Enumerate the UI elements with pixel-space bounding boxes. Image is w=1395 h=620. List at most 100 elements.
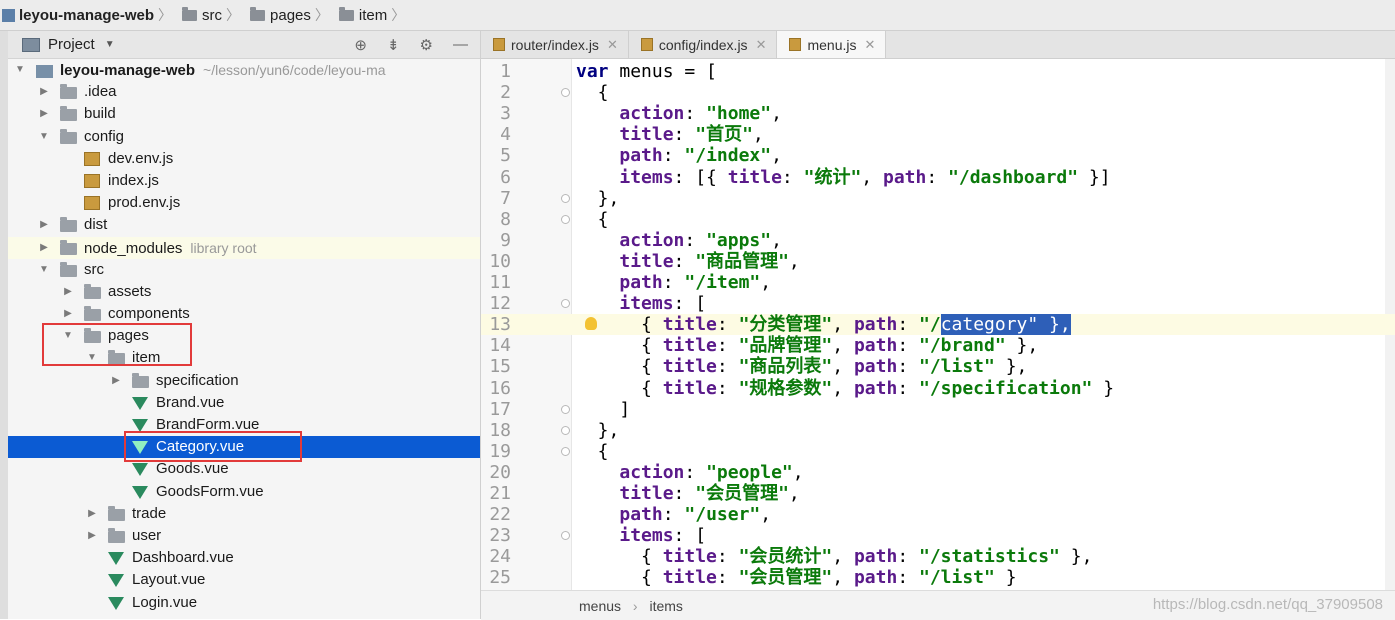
code-line[interactable]: 12 items: [ [481, 293, 1395, 314]
close-tab-icon[interactable]: ✕ [607, 37, 618, 53]
tree-item-idea[interactable]: ▶ .idea [8, 81, 480, 103]
code-line[interactable]: 15 { title: "商品列表", path: "/list" }, [481, 356, 1395, 377]
tree-item-login-vue[interactable]: Login.vue [8, 592, 480, 614]
expand-down-icon[interactable]: ▼ [14, 59, 26, 81]
line-number: 20 [489, 461, 511, 483]
editor-tab[interactable]: router/index.js ✕ [481, 31, 629, 58]
minimize-icon[interactable]: — [453, 36, 468, 53]
code-line[interactable]: 19 { [481, 441, 1395, 462]
code-line[interactable]: 4 title: "首页", [481, 124, 1395, 145]
expand-right-icon[interactable]: ▶ [86, 503, 98, 525]
fold-marker-icon[interactable] [561, 214, 570, 224]
expand-right-icon[interactable]: ▶ [62, 303, 74, 325]
close-tab-icon[interactable]: ✕ [865, 37, 876, 53]
fold-marker-icon[interactable] [561, 193, 570, 203]
tree-item-node-modules[interactable]: ▶ node_modules library root [8, 236, 480, 259]
editor-tabs: router/index.js ✕ config/index.js ✕ menu.js ✕ [481, 31, 1395, 59]
tree-item-pages[interactable]: ▼ pages [8, 325, 480, 347]
tree-item-dashboard-vue[interactable]: Dashboard.vue [8, 547, 480, 569]
dropdown-arrow-icon[interactable]: ▼ [105, 39, 115, 50]
tree-item-category-vue[interactable]: Category.vue [8, 436, 480, 459]
code-line[interactable]: 25 { title: "会员管理", path: "/list" } [481, 567, 1395, 588]
code-line[interactable]: 9 action: "apps", [481, 230, 1395, 251]
fold-marker-icon[interactable] [561, 531, 570, 541]
tree-item-config[interactable]: ▼ config [8, 126, 480, 148]
code-token: : [716, 546, 739, 568]
code-line[interactable]: 10 title: "商品管理", [481, 251, 1395, 272]
code-line[interactable]: 1 var menus = [ [481, 61, 1395, 82]
code-line[interactable]: 6 items: [{ title: "统计", path: "/dashboa… [481, 167, 1395, 188]
expand-right-icon[interactable]: ▶ [110, 370, 122, 392]
expand-right-icon[interactable]: ▶ [86, 525, 98, 547]
close-tab-icon[interactable]: ✕ [756, 37, 767, 53]
code-line[interactable]: 24 { title: "会员统计", path: "/statistics" … [481, 546, 1395, 567]
expand-right-icon[interactable]: ▶ [38, 237, 50, 259]
code-line[interactable]: 2 { [481, 82, 1395, 103]
expand-down-icon[interactable]: ▼ [38, 126, 50, 148]
tree-item-brand-vue[interactable]: Brand.vue [8, 392, 480, 414]
code-line[interactable]: 16 { title: "规格参数", path: "/specificatio… [481, 378, 1395, 399]
code-editor[interactable]: 1 var menus = [2 {3 action: "home", 4 titl… [481, 59, 1395, 590]
tree-item-leyou-manage-web[interactable]: ▼ leyou-manage-web ~/lesson/yun6/code/leyo… [8, 59, 480, 81]
tree-item-layout-vue[interactable]: Layout.vue [8, 569, 480, 591]
breadcrumb-pages[interactable]: pages 〉 [244, 5, 333, 25]
tree-item-dev-env-js[interactable]: dev.env.js [8, 148, 480, 170]
fold-marker-icon[interactable] [561, 404, 570, 414]
code-token: action [619, 103, 685, 125]
tree-item-assets[interactable]: ▶ assets [8, 281, 480, 303]
collapse-all-icon[interactable]: ⇟ [387, 36, 400, 54]
editor-tab[interactable]: config/index.js ✕ [629, 31, 778, 58]
structure-crumb-items[interactable]: items [649, 598, 682, 614]
expand-right-icon[interactable]: ▶ [38, 103, 50, 125]
code-line[interactable]: 13 { title: "分类管理", path: "/category" }, [481, 314, 1395, 336]
structure-crumb-menus[interactable]: menus [579, 598, 621, 614]
code-line[interactable]: 22 path: "/user", [481, 504, 1395, 525]
tree-item-label: Category.vue [156, 438, 245, 456]
code-line[interactable]: 11 path: "/item", [481, 272, 1395, 293]
tree-item-goods-vue[interactable]: Goods.vue [8, 458, 480, 480]
tree-item-brandform-vue[interactable]: BrandForm.vue [8, 414, 480, 436]
code-line[interactable]: 18 }, [481, 420, 1395, 441]
expand-down-icon[interactable]: ▼ [38, 259, 50, 281]
tree-item-trade[interactable]: ▶ trade [8, 503, 480, 525]
expand-right-icon[interactable]: ▶ [38, 81, 50, 103]
fold-marker-icon[interactable] [561, 425, 570, 435]
tree-item-src[interactable]: ▼ src [8, 259, 480, 281]
code-token: title [662, 335, 717, 357]
code-line[interactable]: 20 action: "people", [481, 462, 1395, 483]
locate-icon[interactable]: ⊕ [354, 36, 367, 54]
tree-item-prod-env-js[interactable]: prod.env.js [8, 192, 480, 214]
fold-marker-icon[interactable] [561, 299, 570, 309]
breadcrumb-src[interactable]: src 〉 [176, 5, 244, 25]
breadcrumb-project[interactable]: leyou-manage-web 〉 [0, 5, 176, 25]
tree-item-specification[interactable]: ▶ specification [8, 370, 480, 392]
code-token: ] [576, 398, 631, 420]
expand-right-icon[interactable]: ▶ [38, 214, 50, 236]
tree-item-build[interactable]: ▶ build [8, 103, 480, 125]
code-line[interactable]: 5 path: "/index", [481, 145, 1395, 166]
expand-down-icon[interactable]: ▼ [86, 347, 98, 369]
code-line[interactable]: 17 ] [481, 399, 1395, 420]
folder-icon [108, 527, 125, 543]
fold-marker-icon[interactable] [561, 446, 570, 456]
expand-down-icon[interactable]: ▼ [62, 325, 74, 347]
code-text: var menus = [ [576, 61, 717, 82]
code-line[interactable]: 8 { [481, 209, 1395, 230]
tree-item-dist[interactable]: ▶ dist [8, 214, 480, 236]
code-line[interactable]: 23 items: [ [481, 525, 1395, 546]
project-view-selector[interactable]: Project [48, 36, 95, 53]
tree-item-index-js[interactable]: index.js [8, 170, 480, 192]
expand-right-icon[interactable]: ▶ [62, 281, 74, 303]
tree-item-components[interactable]: ▶ components [8, 303, 480, 325]
code-line[interactable]: 7 }, [481, 188, 1395, 209]
tree-item-goodsform-vue[interactable]: GoodsForm.vue [8, 481, 480, 503]
gear-icon[interactable]: ⚙ [420, 36, 433, 54]
code-line[interactable]: 21 title: "会员管理", [481, 483, 1395, 504]
fold-marker-icon[interactable] [561, 88, 570, 98]
tree-item-item[interactable]: ▼ item [8, 347, 480, 369]
editor-tab[interactable]: menu.js ✕ [777, 31, 887, 58]
code-line[interactable]: 3 action: "home", [481, 103, 1395, 124]
breadcrumb-item[interactable]: item 〉 [333, 5, 409, 25]
tree-item-user[interactable]: ▶ user [8, 525, 480, 547]
code-line[interactable]: 14 { title: "品牌管理", path: "/brand" }, [481, 335, 1395, 356]
